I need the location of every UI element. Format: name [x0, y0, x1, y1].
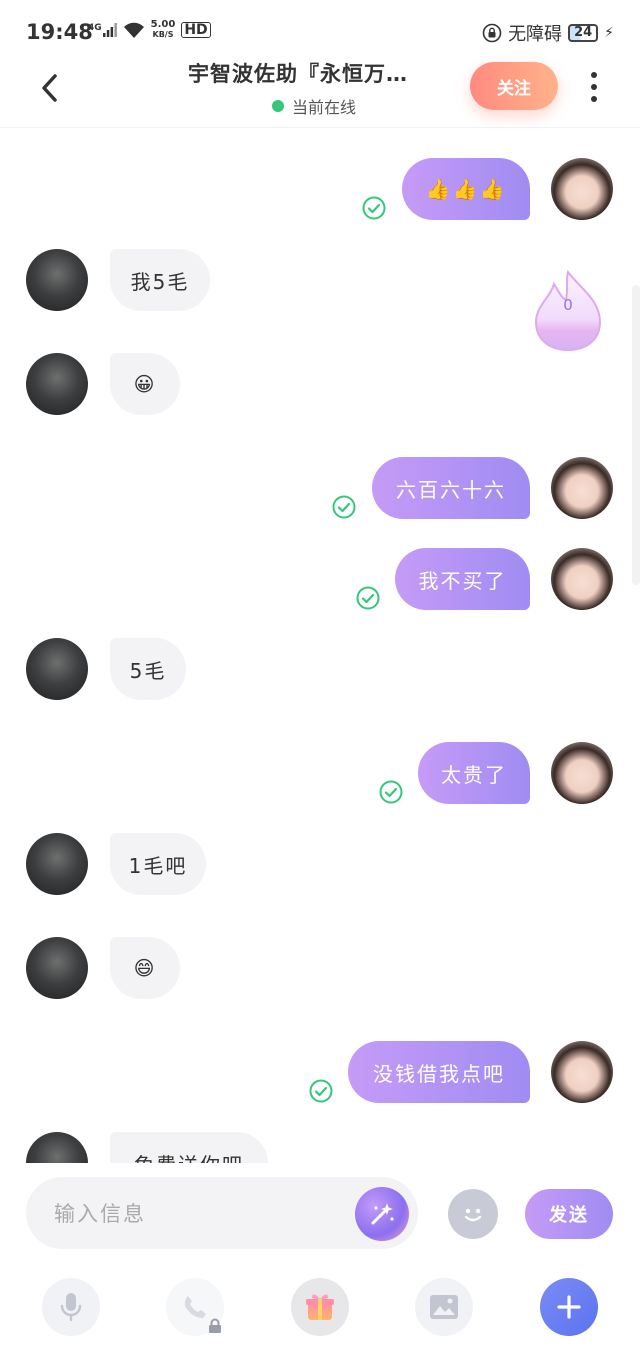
scrollbar[interactable] [632, 285, 640, 585]
message-bubble-sent[interactable]: 六百六十六 [372, 457, 530, 519]
call-button[interactable] [166, 1278, 224, 1336]
chat-messages[interactable]: 👍👍👍 我5毛 0 😀 六百六十六 我不买了 5毛 太贵了 1毛吧 😄 没钱借我… [0, 130, 640, 1163]
status-time: 19:48 [26, 20, 93, 44]
network-type: 4G [88, 23, 102, 33]
message-bubble-sent[interactable]: 我不买了 [395, 548, 530, 610]
message-bubble-sent[interactable]: 太贵了 [418, 742, 530, 804]
chevron-left-icon [42, 74, 57, 102]
message-row: 😀 [0, 353, 640, 415]
message-row: 免费送你吧 [0, 1132, 640, 1163]
contact-avatar[interactable] [26, 1132, 88, 1163]
read-check-icon [332, 495, 356, 519]
microphone-icon [60, 1293, 82, 1322]
my-avatar[interactable] [551, 158, 613, 220]
send-button[interactable]: 发送 [525, 1189, 613, 1239]
gift-icon [306, 1294, 334, 1320]
message-bubble-received[interactable]: 😀 [110, 353, 180, 415]
wifi-icon [123, 22, 144, 38]
accessibility-label: 无障碍 [508, 24, 563, 45]
more-options-icon[interactable] [584, 72, 604, 102]
message-row: 没钱借我点吧 [0, 1041, 640, 1103]
message-row: 😄 [0, 937, 640, 999]
contact-avatar[interactable] [26, 833, 88, 895]
message-bubble-received[interactable]: 😄 [110, 937, 180, 999]
emoji-button[interactable] [448, 1189, 498, 1239]
online-status-label: 当前在线 [292, 98, 357, 117]
gift-button[interactable] [291, 1278, 349, 1336]
signal-icon: 4G [88, 23, 117, 37]
header-title-block: 宇智波佐助『永恒万… 当前在线 [188, 58, 448, 118]
message-row: 六百六十六 [0, 457, 640, 519]
hd-icon: HD [181, 22, 211, 38]
status-icons: 4G 5.00 KB/S HD [88, 20, 211, 40]
more-plus-button[interactable] [540, 1278, 598, 1336]
charging-icon: ⚡ [604, 25, 614, 41]
message-bubble-sent[interactable]: 👍👍👍 [402, 158, 530, 220]
page-title: 宇智波佐助『永恒万… [188, 62, 408, 86]
lock-icon [482, 23, 502, 43]
message-row: 👍👍👍 [0, 158, 640, 220]
network-speed: 5.00 KB/S [150, 19, 176, 40]
input-bar: 输入信息 发送 [0, 1163, 640, 1263]
smiley-icon [464, 1208, 482, 1222]
message-bubble-received[interactable]: 免费送你吧 [110, 1132, 268, 1163]
voice-button[interactable] [42, 1278, 100, 1336]
status-bar: 19:48 4G 5.00 KB/S HD 无障碍 24 ⚡ [0, 0, 640, 62]
contact-avatar[interactable] [26, 638, 88, 700]
battery-icon: 24 [568, 24, 599, 42]
message-row: 5毛 [0, 638, 640, 700]
read-check-icon [379, 780, 403, 804]
bottom-toolbar [0, 1272, 640, 1351]
my-avatar[interactable] [551, 457, 613, 519]
back-button[interactable] [34, 68, 64, 108]
my-avatar[interactable] [551, 1041, 613, 1103]
online-status: 当前在线 [272, 94, 448, 118]
my-avatar[interactable] [551, 742, 613, 804]
message-bubble-received[interactable]: 5毛 [110, 638, 186, 700]
read-check-icon [356, 586, 380, 610]
fire-count: 0 [563, 296, 573, 314]
online-dot-icon [272, 100, 284, 112]
message-row: 太贵了 [0, 742, 640, 804]
status-right: 无障碍 24 ⚡ [482, 20, 614, 46]
contact-avatar[interactable] [26, 249, 88, 311]
phone-icon [184, 1296, 206, 1318]
message-row: 我不买了 [0, 548, 640, 610]
chat-header: 宇智波佐助『永恒万… 当前在线 关注 [0, 56, 640, 128]
magic-wand-button[interactable] [355, 1187, 409, 1241]
read-check-icon [309, 1079, 333, 1103]
message-bubble-received[interactable]: 1毛吧 [110, 833, 206, 895]
image-icon [430, 1295, 458, 1319]
message-bubble-sent[interactable]: 没钱借我点吧 [348, 1041, 530, 1103]
follow-button[interactable]: 关注 [470, 62, 558, 110]
intimacy-fire-badge[interactable]: 0 [532, 269, 604, 352]
plus-icon [557, 1295, 581, 1319]
image-button[interactable] [415, 1278, 473, 1336]
contact-avatar[interactable] [26, 937, 88, 999]
message-bubble-received[interactable]: 我5毛 [110, 249, 210, 311]
message-row: 1毛吧 [0, 833, 640, 895]
my-avatar[interactable] [551, 548, 613, 610]
read-check-icon [362, 196, 386, 220]
magic-wand-icon [371, 1203, 394, 1225]
contact-avatar[interactable] [26, 353, 88, 415]
lock-icon [209, 1318, 221, 1333]
